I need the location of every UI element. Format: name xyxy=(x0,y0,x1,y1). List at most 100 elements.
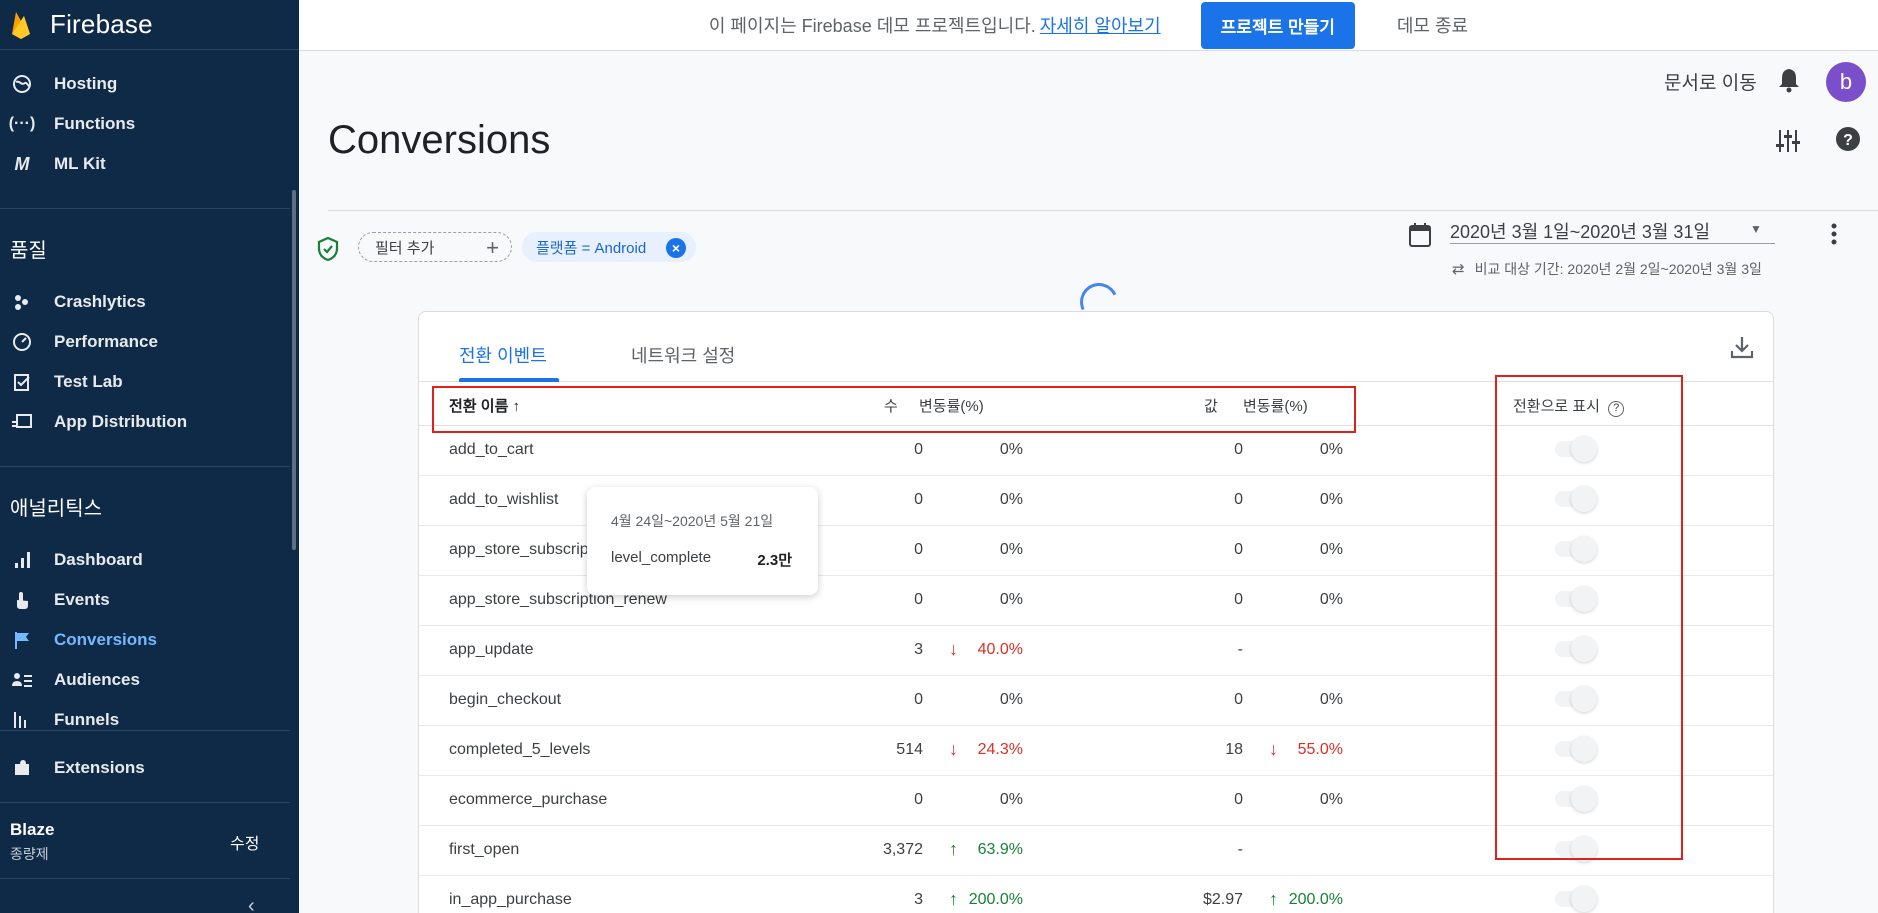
tab-bar: 전환 이벤트 네트워크 설정 xyxy=(419,312,1773,382)
date-range-select[interactable]: 2020년 3월 1일~2020년 3월 31일 xyxy=(1450,218,1775,244)
sidebar-divider xyxy=(0,878,290,879)
bar-chart-icon xyxy=(10,548,34,572)
audience-icon xyxy=(10,668,34,692)
globe-icon xyxy=(10,72,34,96)
count-change-value: 0% xyxy=(999,591,1023,608)
sidebar: Firebase Hosting (···) Functions M ML Ki… xyxy=(0,0,299,913)
sidebar-item-test-lab[interactable]: Test Lab xyxy=(0,364,290,400)
go-to-docs-link[interactable]: 문서로 이동 xyxy=(1664,68,1757,95)
sidebar-item-label: Audiences xyxy=(54,670,140,689)
avatar[interactable]: b xyxy=(1826,62,1866,102)
value-change-value: 0% xyxy=(1319,791,1343,808)
sidebar-item-label: Functions xyxy=(54,114,136,133)
plan-edit-button[interactable]: 수정 xyxy=(230,830,259,854)
add-filter-chip[interactable]: 필터 추가 + xyxy=(358,232,512,262)
swap-icon: ⇄ xyxy=(1452,261,1465,278)
sidebar-item-label: Hosting xyxy=(54,74,118,93)
sidebar-item-funnels[interactable]: Funnels xyxy=(0,702,290,738)
close-icon[interactable]: × xyxy=(666,238,686,258)
value-change-value: 200.0% xyxy=(1288,891,1343,908)
sidebar-divider xyxy=(0,208,290,209)
arrow-down-icon: ↓ xyxy=(949,739,958,759)
download-icon[interactable] xyxy=(1729,334,1755,360)
exit-demo-button[interactable]: 데모 종료 xyxy=(1397,12,1468,38)
toggle-knob xyxy=(1571,886,1597,912)
more-vert-icon[interactable] xyxy=(1830,222,1838,246)
sidebar-scrollbar[interactable] xyxy=(292,190,296,550)
learn-more-link[interactable]: 자세히 알아보기 xyxy=(1040,12,1161,38)
calendar-icon[interactable] xyxy=(1408,222,1432,248)
count-value: 3 xyxy=(914,641,923,658)
conversion-name: add_to_cart xyxy=(449,441,534,458)
tab-conversion-events[interactable]: 전환 이벤트 xyxy=(459,342,547,368)
puzzle-icon xyxy=(10,756,34,780)
chevron-down-icon[interactable]: ▼ xyxy=(1750,222,1762,236)
conversion-name: first_open xyxy=(449,841,520,858)
sidebar-header[interactable]: Firebase xyxy=(0,0,299,50)
flag-icon xyxy=(10,628,34,652)
tooltip-label: level_complete xyxy=(611,549,712,566)
sidebar-item-performance[interactable]: Performance xyxy=(0,324,290,360)
arrow-up-icon: ↑ xyxy=(949,889,958,909)
sidebar-item-ml-kit[interactable]: M ML Kit xyxy=(0,146,290,182)
add-filter-label: 필터 추가 xyxy=(375,239,435,257)
count-change-value: 0% xyxy=(999,541,1023,558)
table-row[interactable]: in_app_purchase 3 200.0% ↑ $2.97 200.0% ↑ xyxy=(419,876,1773,913)
sidebar-item-functions[interactable]: (···) Functions xyxy=(0,106,290,142)
count-value: 3,372 xyxy=(882,841,923,858)
ml-kit-icon: M xyxy=(14,153,30,174)
app-distribution-icon xyxy=(10,410,34,434)
sidebar-item-conversions[interactable]: Conversions xyxy=(0,622,290,658)
value-change-value: 0% xyxy=(1319,591,1343,608)
sidebar-item-app-distribution[interactable]: App Distribution xyxy=(0,404,290,440)
sidebar-item-audiences[interactable]: Audiences xyxy=(0,662,290,698)
test-lab-icon xyxy=(10,370,34,394)
count-change-value: 200.0% xyxy=(968,891,1023,908)
sidebar-item-label: Crashlytics xyxy=(54,292,146,311)
bell-icon[interactable] xyxy=(1778,67,1800,93)
platform-filter-chip[interactable]: 플랫폼 = Android × xyxy=(522,232,696,262)
count-value: 0 xyxy=(914,491,923,508)
annotation-box-header xyxy=(432,386,1356,433)
count-value: 0 xyxy=(914,541,923,558)
tune-icon[interactable] xyxy=(1776,128,1800,154)
section-heading-quality: 품질 xyxy=(10,240,47,262)
value-change-value: 0% xyxy=(1319,441,1343,458)
annotation-box-toggles xyxy=(1495,375,1683,860)
plus-icon: + xyxy=(486,235,499,260)
conversion-name: app_store_subscrip xyxy=(449,541,589,558)
mark-as-conversion-toggle[interactable] xyxy=(1555,886,1597,912)
section-heading-analytics: 애널리틱스 xyxy=(10,498,102,520)
chart-tooltip: 4월 24일~2020년 5월 21일 level_complete 2.3만 xyxy=(587,487,818,595)
count-change-value: 63.9% xyxy=(977,841,1023,858)
plan-name: Blaze xyxy=(10,820,55,839)
count-change-value: 40.0% xyxy=(977,641,1023,658)
arrow-down-icon: ↓ xyxy=(949,639,958,659)
sidebar-item-crashlytics[interactable]: Crashlytics xyxy=(0,284,290,320)
conversion-name: completed_5_levels xyxy=(449,741,591,758)
help-icon[interactable]: ? xyxy=(1835,126,1861,152)
count-change-value: 0% xyxy=(999,441,1023,458)
count-change-value: 0% xyxy=(999,791,1023,808)
sidebar-item-hosting[interactable]: Hosting xyxy=(0,66,290,102)
value-amount: 0 xyxy=(1234,591,1243,608)
chevron-left-icon[interactable]: ‹ xyxy=(248,895,255,913)
create-project-button[interactable]: 프로젝트 만들기 xyxy=(1200,1,1355,49)
sidebar-item-label: App Distribution xyxy=(54,412,188,431)
value-amount: - xyxy=(1237,841,1243,858)
count-change-value: 0% xyxy=(999,491,1023,508)
sidebar-item-dashboard[interactable]: Dashboard xyxy=(0,542,290,578)
sidebar-item-label: ML Kit xyxy=(54,154,106,173)
tab-network-settings[interactable]: 네트워크 설정 xyxy=(631,342,735,368)
tooltip-value: 2.3만 xyxy=(757,552,792,569)
conversion-name: add_to_wishlist xyxy=(449,491,559,508)
sidebar-item-events[interactable]: Events xyxy=(0,582,290,618)
sidebar-item-extensions[interactable]: Extensions xyxy=(0,750,290,786)
count-value: 0 xyxy=(914,791,923,808)
platform-filter-label: 플랫폼 = Android xyxy=(536,239,647,257)
value-amount: - xyxy=(1237,641,1243,658)
value-amount: 0 xyxy=(1234,541,1243,558)
sidebar-divider xyxy=(0,802,290,803)
sidebar-item-label: Test Lab xyxy=(54,372,123,391)
count-change-value: 24.3% xyxy=(977,741,1023,758)
